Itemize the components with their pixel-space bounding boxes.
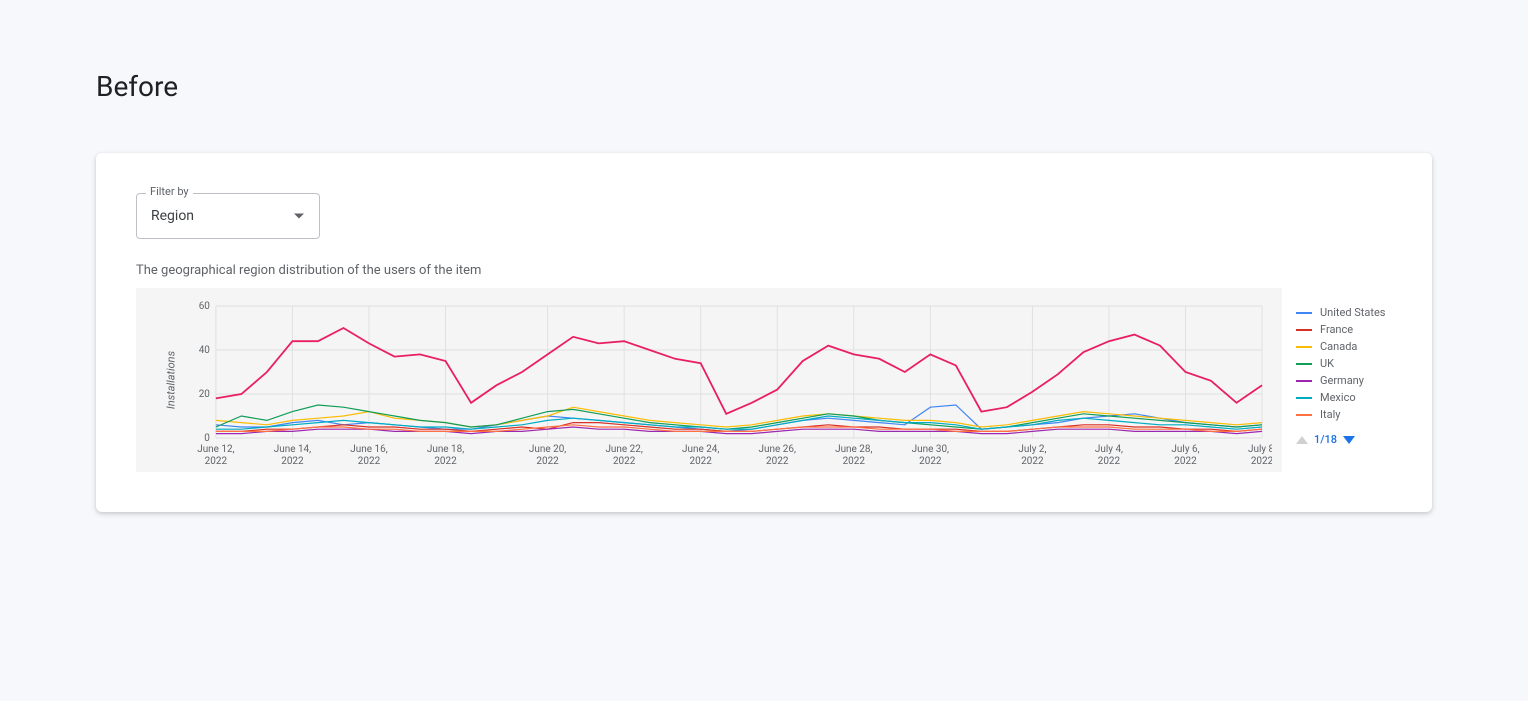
svg-text:June 30,2022: June 30,2022 [912,444,949,467]
svg-text:July 8,2022: July 8,2022 [1248,444,1272,467]
legend-swatch [1296,346,1312,348]
legend-label: Mexico [1320,391,1356,404]
legend-item[interactable]: Germany [1296,374,1392,387]
legend-swatch [1296,363,1312,365]
filter-value: Region [151,208,194,224]
svg-text:June 22,2022: June 22,2022 [605,444,642,467]
filter-dropdown[interactable]: Filter by Region [136,193,320,239]
series-line [216,407,1262,427]
legend-swatch [1296,397,1312,399]
legend-item[interactable]: Italy [1296,408,1392,421]
legend-swatch [1296,329,1312,331]
svg-text:0: 0 [204,433,210,444]
svg-text:June 12,2022: June 12,2022 [197,444,234,467]
svg-text:60: 60 [199,301,211,312]
chart-area: Installations 0 20 40 60 June 12,2022 June 1… [136,288,1282,472]
legend-label: United States [1320,306,1385,319]
pager-up-icon[interactable] [1296,436,1308,444]
svg-text:June 20,2022: June 20,2022 [529,444,566,467]
svg-text:June 14,2022: June 14,2022 [274,444,311,467]
legend-label: Italy [1320,408,1340,421]
legend-item[interactable]: Canada [1296,340,1392,353]
legend-pager: 1/18 [1296,433,1392,446]
chart-description: The geographical region distribution of … [136,263,1392,278]
svg-text:June 24,2022: June 24,2022 [682,444,719,467]
pager-page: 1/18 [1314,433,1337,446]
chart-row: Installations 0 20 40 60 June 12,2022 June 1… [136,288,1392,472]
pager-down-icon[interactable] [1343,436,1355,444]
svg-text:July 6,2022: July 6,2022 [1171,444,1199,467]
svg-text:June 26,2022: June 26,2022 [759,444,796,467]
y-axis-label: Installations [165,351,178,409]
legend-swatch [1296,312,1312,314]
svg-text:June 16,2022: June 16,2022 [350,444,387,467]
legend: United States France Canada UK Germany Mexico… [1282,288,1392,472]
svg-text:40: 40 [199,345,211,356]
chart-card: Filter by Region The geographical region… [96,153,1432,512]
legend-label: Germany [1320,374,1364,387]
legend-label: UK [1320,357,1334,370]
legend-swatch [1296,414,1312,416]
legend-item[interactable]: France [1296,323,1392,336]
legend-label: Canada [1320,340,1357,353]
legend-item[interactable]: UK [1296,357,1392,370]
filter-label: Filter by [146,185,193,198]
filter-select[interactable]: Region [136,193,320,239]
svg-text:July 4,2022: July 4,2022 [1095,444,1123,467]
legend-item[interactable]: Mexico [1296,391,1392,404]
line-chart: 0 20 40 60 June 12,2022 June 14,2022 June 16,… [186,300,1272,472]
series-line [216,328,1262,414]
caret-down-icon [294,214,304,219]
svg-text:June 28,2022: June 28,2022 [835,444,872,467]
legend-item[interactable]: United States [1296,306,1392,319]
svg-text:June 18,2022: June 18,2022 [427,444,464,467]
page-title: Before [96,70,1432,103]
svg-text:20: 20 [199,389,211,400]
legend-swatch [1296,380,1312,382]
legend-label: France [1320,323,1353,336]
svg-text:July 2,2022: July 2,2022 [1018,444,1046,467]
